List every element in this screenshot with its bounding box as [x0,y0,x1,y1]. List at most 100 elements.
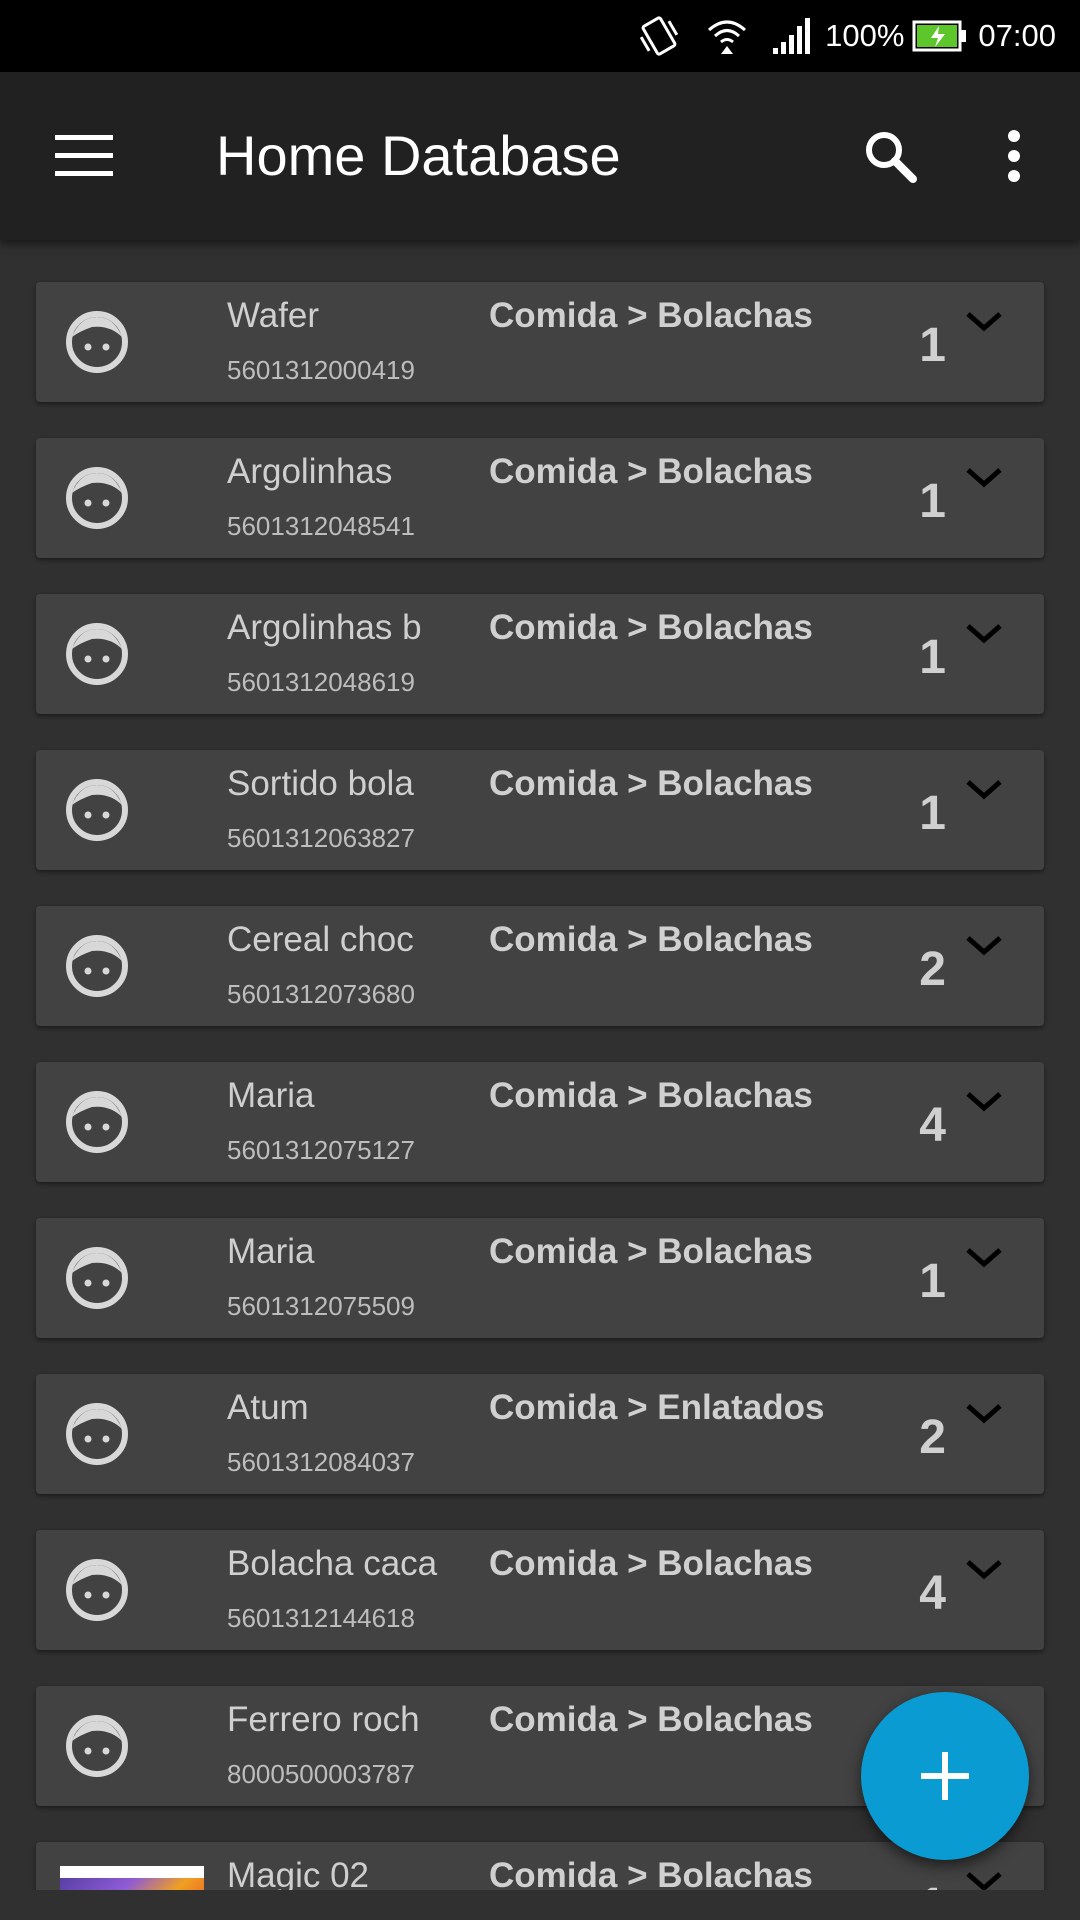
chevron-down-icon [966,1872,1002,1890]
battery-charging-icon [912,19,968,53]
chevron-down-icon [966,312,1002,332]
list-item[interactable]: Magic 02 Comida > Bolachas 1 [36,1842,1044,1890]
item-barcode: 5601312073680 [227,979,415,1009]
list-item[interactable]: Atum 5601312084037 Comida > Enlatados 2 [36,1374,1044,1494]
item-barcode: 5601312048541 [227,511,415,541]
face-icon [66,1715,128,1777]
expand-button[interactable] [960,1394,1008,1434]
chevron-down-icon [966,936,1002,956]
expand-button[interactable] [960,926,1008,966]
signal-icon [771,16,815,56]
list-item[interactable]: Argolinhas b 5601312048619 Comida > Bola… [36,594,1044,714]
face-icon [66,779,128,841]
battery-percent: 100% [825,18,905,53]
expand-button[interactable] [960,1238,1008,1278]
item-category: Comida > Bolachas [489,1856,813,1890]
item-category: Comida > Bolachas [489,452,813,491]
expand-button[interactable] [960,614,1008,654]
face-icon [66,1403,128,1465]
wifi-icon [705,14,749,58]
list-item[interactable]: Maria 5601312075509 Comida > Bolachas 1 [36,1218,1044,1338]
face-icon [66,1091,128,1153]
item-quantity: 4 [919,1099,946,1152]
menu-icon [55,135,113,176]
item-quantity: 1 [919,631,946,684]
app-bar: Home Database [0,72,1080,240]
menu-button[interactable] [42,120,126,192]
item-name: Ferrero roch [227,1700,420,1739]
item-barcode: 5601312144618 [227,1603,415,1633]
item-barcode: 5601312048619 [227,667,415,697]
item-name: Sortido bola [227,764,414,803]
expand-button[interactable] [960,458,1008,498]
item-quantity: 1 [919,319,946,372]
item-name: Argolinhas b [227,608,422,647]
item-name: Atum [227,1388,309,1427]
chevron-down-icon [966,1404,1002,1424]
search-button[interactable] [850,120,930,192]
clock: 07:00 [978,18,1056,53]
list-item[interactable]: Wafer 5601312000419 Comida > Bolachas 1 [36,282,1044,402]
item-name: Maria [227,1232,315,1271]
list-item[interactable]: Argolinhas 5601312048541 Comida > Bolach… [36,438,1044,558]
face-icon [66,1247,128,1309]
chevron-down-icon [966,468,1002,488]
chevron-down-icon [966,1248,1002,1268]
item-name: Bolacha caca [227,1544,438,1583]
item-category: Comida > Bolachas [489,1544,813,1583]
add-item-button[interactable] [861,1692,1029,1860]
face-icon [66,623,128,685]
item-quantity: 2 [919,1411,946,1464]
item-name: Wafer [227,296,320,335]
item-barcode: 5601312063827 [227,823,415,853]
chevron-down-icon [966,1560,1002,1580]
item-barcode: 5601312000419 [227,355,415,385]
face-icon [66,935,128,997]
item-quantity: 1 [919,787,946,840]
list-item[interactable]: Maria 5601312075127 Comida > Bolachas 4 [36,1062,1044,1182]
face-icon [66,1559,128,1621]
item-name: Maria [227,1076,315,1115]
vibrate-icon [635,14,683,58]
item-list[interactable]: Wafer 5601312000419 Comida > Bolachas 1 … [0,240,1080,1890]
chevron-down-icon [966,624,1002,644]
face-icon [66,467,128,529]
item-barcode: 5601312075509 [227,1291,415,1321]
item-quantity: 1 [919,475,946,528]
item-category: Comida > Enlatados [489,1388,825,1427]
item-quantity: 1 [919,1255,946,1308]
item-quantity: 1 [896,1878,946,1890]
list-item[interactable]: Bolacha caca 5601312144618 Comida > Bola… [36,1530,1044,1650]
chevron-down-icon [966,1092,1002,1112]
expand-button[interactable] [960,1082,1008,1122]
item-name: Cereal choc [227,920,414,959]
search-icon [866,132,917,183]
item-barcode: 5601312084037 [227,1447,415,1477]
list-item[interactable]: Sortido bola 5601312063827 Comida > Bola… [36,750,1044,870]
more-vert-icon [1008,130,1020,182]
expand-button[interactable] [960,770,1008,810]
expand-button[interactable] [960,302,1008,342]
item-quantity: 2 [919,943,946,996]
item-barcode: 8000500003787 [227,1759,415,1789]
item-category: Comida > Bolachas [489,1076,813,1115]
product-photo [60,1866,204,1890]
item-category: Comida > Bolachas [489,1232,813,1271]
expand-button[interactable] [960,1862,1008,1890]
item-name: Magic 02 [227,1856,370,1890]
item-barcode: 5601312075127 [227,1135,415,1165]
item-category: Comida > Bolachas [489,608,813,647]
item-quantity: 4 [919,1567,946,1620]
chevron-down-icon [966,780,1002,800]
item-category: Comida > Bolachas [489,1700,813,1739]
item-name: Argolinhas [227,452,393,491]
more-options-button[interactable] [982,120,1046,192]
item-category: Comida > Bolachas [489,920,813,959]
add-icon [921,1752,969,1800]
face-icon [66,311,128,373]
item-category: Comida > Bolachas [489,296,813,335]
app-title: Home Database [216,124,621,187]
expand-button[interactable] [960,1550,1008,1590]
status-bar: 100% 07:00 [0,0,1080,72]
list-item[interactable]: Cereal choc 5601312073680 Comida > Bolac… [36,906,1044,1026]
